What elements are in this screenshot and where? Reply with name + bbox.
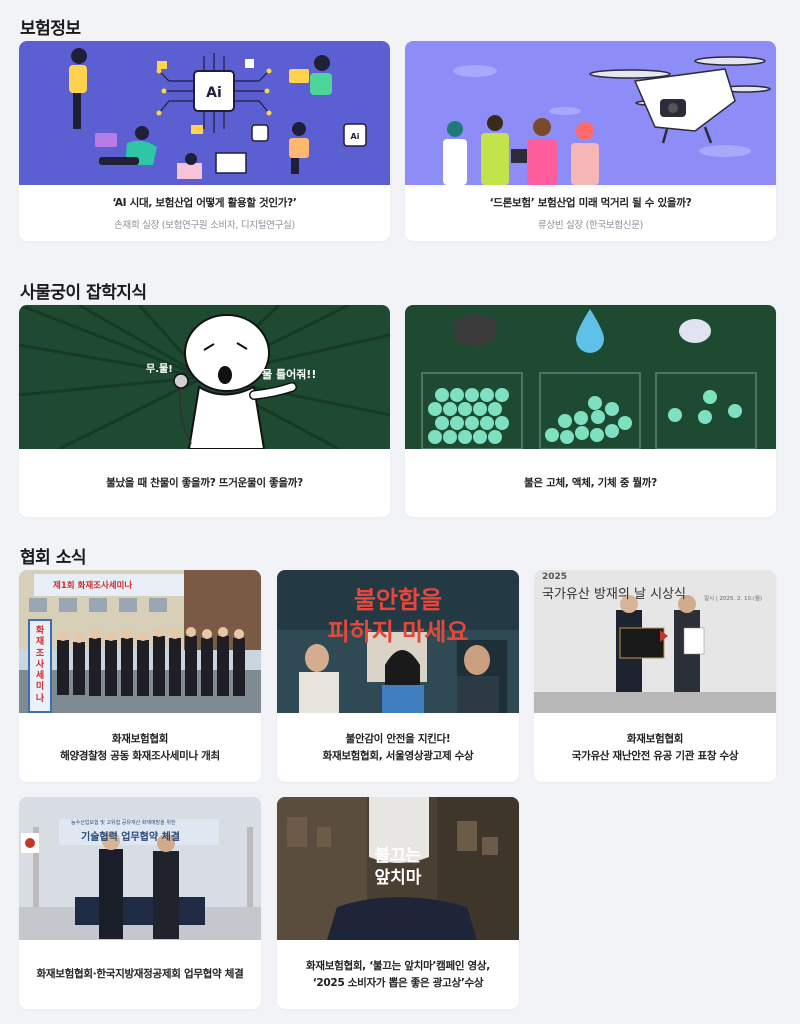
seminar-banner: 제1회 화재조사세미나 (53, 581, 133, 591)
mou-banner-small: 능수산업보험 및 고위험 공유재산 화재예방을 위한 (71, 820, 176, 826)
card-title-line1: 화재보험협회 (111, 733, 169, 746)
news-card-ad-award[interactable]: 불안함을 피하지 마세요 불안감이 안전을 지킨다! 화재보험협회, 서울영상광… (277, 570, 519, 782)
card-title-line2: 해양경찰청 공동 화재조사세미나 개최 (60, 749, 220, 762)
water-illustration: 무.물! 물 틀어줘!! (19, 305, 390, 449)
card-title: ‘AI 시대, 보험산업 어떻게 활용할 것인가?’ (112, 196, 297, 209)
card-title-line1: 불안감이 안전을 지킨다! (345, 733, 451, 746)
news-card-mou[interactable]: 능수산업보험 및 고위험 공유재산 화재예방을 위한 기술협력 업무협약 체결 … (19, 797, 261, 1009)
apron-campaign-photo: 불끄는 앞치마 (277, 797, 519, 940)
section-title-trivia: 사물궁이 잡학지식 (20, 283, 147, 303)
card-title-line1: 화재보험협회·한국지방재정공제회 업무협약 체결 (36, 968, 244, 981)
drone-illustration (405, 41, 776, 185)
insurance-card-ai[interactable]: Ai Ai ‘AI 시대, 보험산업 어떻게 활용할 것인가?’ 손재희 실장 … (19, 41, 390, 241)
ad-campaign-photo: 불안함을 피하지 마세요 (277, 570, 519, 713)
ceremony-year: 2025 (542, 572, 568, 582)
svg-text:Ai: Ai (351, 132, 360, 141)
news-card-apron-campaign[interactable]: 불끄는 앞치마 화재보험협회, ‘불끄는 앞치마’캠페인 영상, ‘2025 소… (277, 797, 519, 1009)
ceremony-date: 일시 | 2025. 2. 10.(월) (704, 596, 763, 602)
speech-bubble-right: 물 틀어줘!! (262, 368, 317, 381)
seminar-photo: 제1회 화재조사세미나 화재조사세미나 (19, 570, 261, 713)
trivia-card-water[interactable]: 무.물! 물 틀어줘!! 불났을 때 찬물이 좋을까? 뜨거운물이 좋을까? (19, 305, 390, 517)
card-subtitle: 손재희 실장 (보험연구원 소비자, 디지털연구실) (114, 220, 295, 232)
card-title-line1: 화재보험협회, ‘불끄는 앞치마’캠페인 영상, (306, 960, 490, 973)
card-subtitle: 류상빈 실장 (한국보험신문) (537, 220, 644, 232)
card-title-line1: 화재보험협회 (626, 733, 684, 746)
card-title: 불났을 때 찬물이 좋을까? 뜨거운물이 좋을까? (106, 476, 303, 489)
svg-text:Ai: Ai (206, 85, 222, 101)
card-title-line2: ‘2025 소비자가 뽑은 좋은 광고상’수상 (312, 976, 484, 989)
mou-photo: 능수산업보험 및 고위험 공유재산 화재예방을 위한 기술협력 업무협약 체결 (19, 797, 261, 940)
mou-banner-big: 기술협력 업무협약 체결 (81, 832, 180, 843)
states-of-matter-illustration (405, 305, 776, 449)
news-card-seminar[interactable]: 제1회 화재조사세미나 화재조사세미나 화재보험협회 해양경찰청 공동 화재조사… (19, 570, 261, 782)
ai-illustration: Ai Ai (19, 41, 390, 185)
news-card-heritage-award[interactable]: 2025 국가유산 방재의 날 시상식 일시 | 2025. 2. 10.(월)… (534, 570, 776, 782)
poster-headline-line2: 피하지 마세요 (327, 618, 469, 646)
ceremony-title: 국가유산 방재의 날 시상식 (542, 587, 686, 602)
speech-bubble-left: 무.물! (146, 364, 173, 375)
ceremony-photo: 2025 국가유산 방재의 날 시상식 일시 | 2025. 2. 10.(월) (534, 570, 776, 713)
card-title-line2: 화재보험협회, 서울영상광고제 수상 (322, 749, 474, 762)
section-title-insurance-info: 보험정보 (20, 19, 81, 39)
section-title-news: 협회 소식 (20, 548, 86, 568)
card-title-line2: 국가유산 재난안전 유공 기관 표창 수상 (571, 749, 739, 762)
trivia-card-fire-state[interactable]: 불은 고체, 액체, 기체 중 뭘까? (405, 305, 776, 517)
card-title: ‘드론보험’ 보험산업 미래 먹거리 될 수 있을까? (489, 196, 692, 209)
card-title: 불은 고체, 액체, 기체 중 뭘까? (524, 476, 657, 489)
apron-overlay-line2: 앞치마 (374, 868, 422, 888)
poster-headline-line1: 불안함을 (353, 586, 443, 614)
seminar-side-banner: 화재조사세미나 (35, 626, 45, 704)
insurance-card-drone[interactable]: ‘드론보험’ 보험산업 미래 먹거리 될 수 있을까? 류상빈 실장 (한국보험… (405, 41, 776, 241)
